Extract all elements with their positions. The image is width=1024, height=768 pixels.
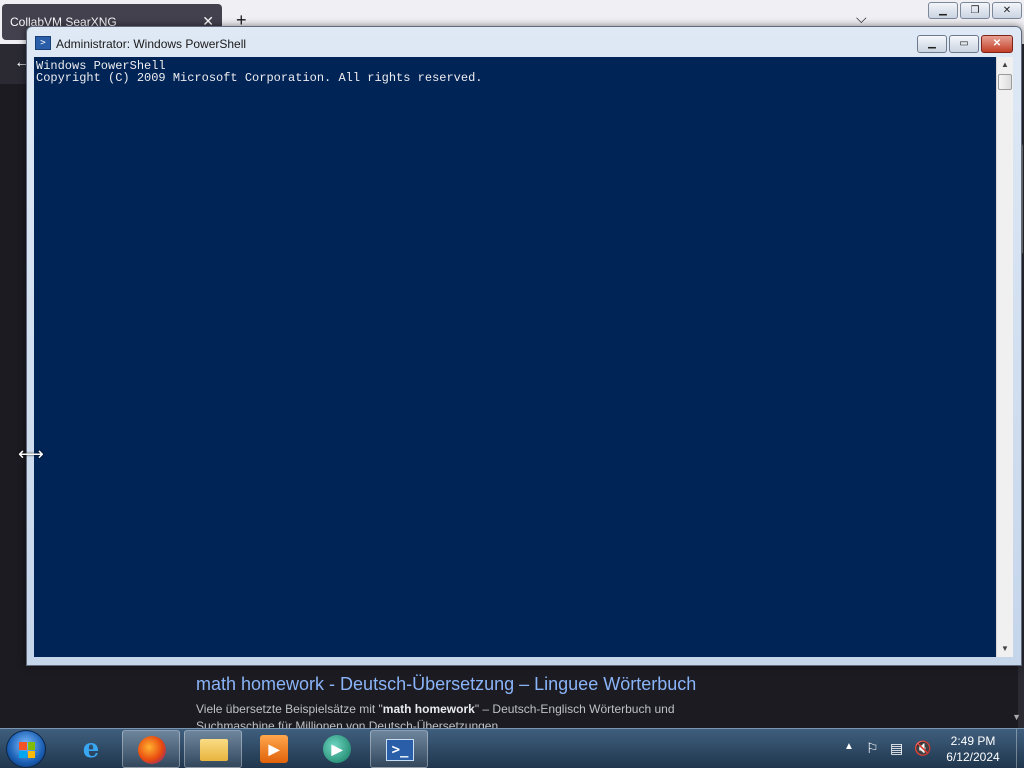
- minimize-button[interactable]: ▁: [917, 35, 947, 53]
- scroll-down-arrow-icon[interactable]: ▼: [1012, 712, 1021, 722]
- browser-restore-button[interactable]: ❐: [960, 2, 990, 19]
- console-scrollbar[interactable]: ▲ ▼: [996, 57, 1013, 657]
- taskbar-powershell[interactable]: >_: [370, 730, 428, 768]
- browser-minimize-button[interactable]: ▁: [928, 2, 958, 19]
- start-button[interactable]: [6, 730, 46, 768]
- show-hidden-icons-chevron-icon[interactable]: ▲: [844, 741, 854, 752]
- resize-cursor-icon: ⟷: [18, 444, 44, 465]
- search-result: math homework - Deutsch-Übersetzung – Li…: [196, 674, 736, 735]
- taskbar-collabvm[interactable]: ▶: [308, 730, 366, 768]
- console-line: Copyright (C) 2009 Microsoft Corporation…: [36, 71, 483, 85]
- show-desktop-button[interactable]: [1016, 729, 1024, 768]
- taskbar-firefox[interactable]: [122, 730, 180, 768]
- windows-logo-icon: [19, 742, 35, 758]
- powershell-taskbar-icon: >_: [386, 739, 414, 761]
- powershell-window: > Administrator: Windows PowerShell ▁ ▭ …: [26, 26, 1022, 666]
- media-player-icon: ▶: [260, 735, 288, 763]
- folder-icon: [200, 739, 228, 761]
- browser-window-controls: ▁ ❐ ✕: [928, 2, 1022, 19]
- network-icon[interactable]: ▤: [890, 740, 903, 757]
- taskbar: e ▶ ▶ >_ ▲ ⚐ ▤ 🔇 2:49 PM 6/12/2024: [0, 728, 1024, 768]
- close-button[interactable]: ✕: [981, 35, 1013, 53]
- clock-time: 2:49 PM: [950, 734, 996, 748]
- console-scrollbar-thumb[interactable]: [998, 74, 1012, 90]
- taskbar-windows-explorer[interactable]: [184, 730, 242, 768]
- browser-close-button[interactable]: ✕: [992, 2, 1022, 19]
- search-result-title[interactable]: math homework - Deutsch-Übersetzung – Li…: [196, 674, 736, 695]
- action-center-flag-icon[interactable]: ⚐: [866, 740, 879, 757]
- clock-date: 6/12/2024: [946, 750, 1000, 764]
- window-title: Administrator: Windows PowerShell: [56, 37, 247, 51]
- powershell-icon: >: [35, 36, 51, 50]
- maximize-button[interactable]: ▭: [949, 35, 979, 53]
- taskbar-internet-explorer[interactable]: e: [62, 730, 120, 768]
- console-output[interactable]: Windows PowerShell Copyright (C) 2009 Mic…: [34, 57, 996, 657]
- firefox-icon: [138, 736, 166, 764]
- collabvm-icon: ▶: [323, 735, 351, 763]
- window-controls: ▁ ▭ ✕: [917, 35, 1013, 53]
- volume-muted-icon[interactable]: 🔇: [914, 740, 931, 757]
- scroll-down-arrow-icon[interactable]: ▼: [997, 641, 1013, 657]
- internet-explorer-icon: e: [82, 734, 100, 764]
- clock[interactable]: 2:49 PM 6/12/2024: [930, 733, 1016, 765]
- list-tabs-icon[interactable]: ⌵: [856, 10, 867, 27]
- taskbar-media-player[interactable]: ▶: [245, 730, 303, 768]
- scroll-up-arrow-icon[interactable]: ▲: [997, 57, 1013, 73]
- powershell-title-bar[interactable]: > Administrator: Windows PowerShell ▁ ▭ …: [27, 27, 1021, 57]
